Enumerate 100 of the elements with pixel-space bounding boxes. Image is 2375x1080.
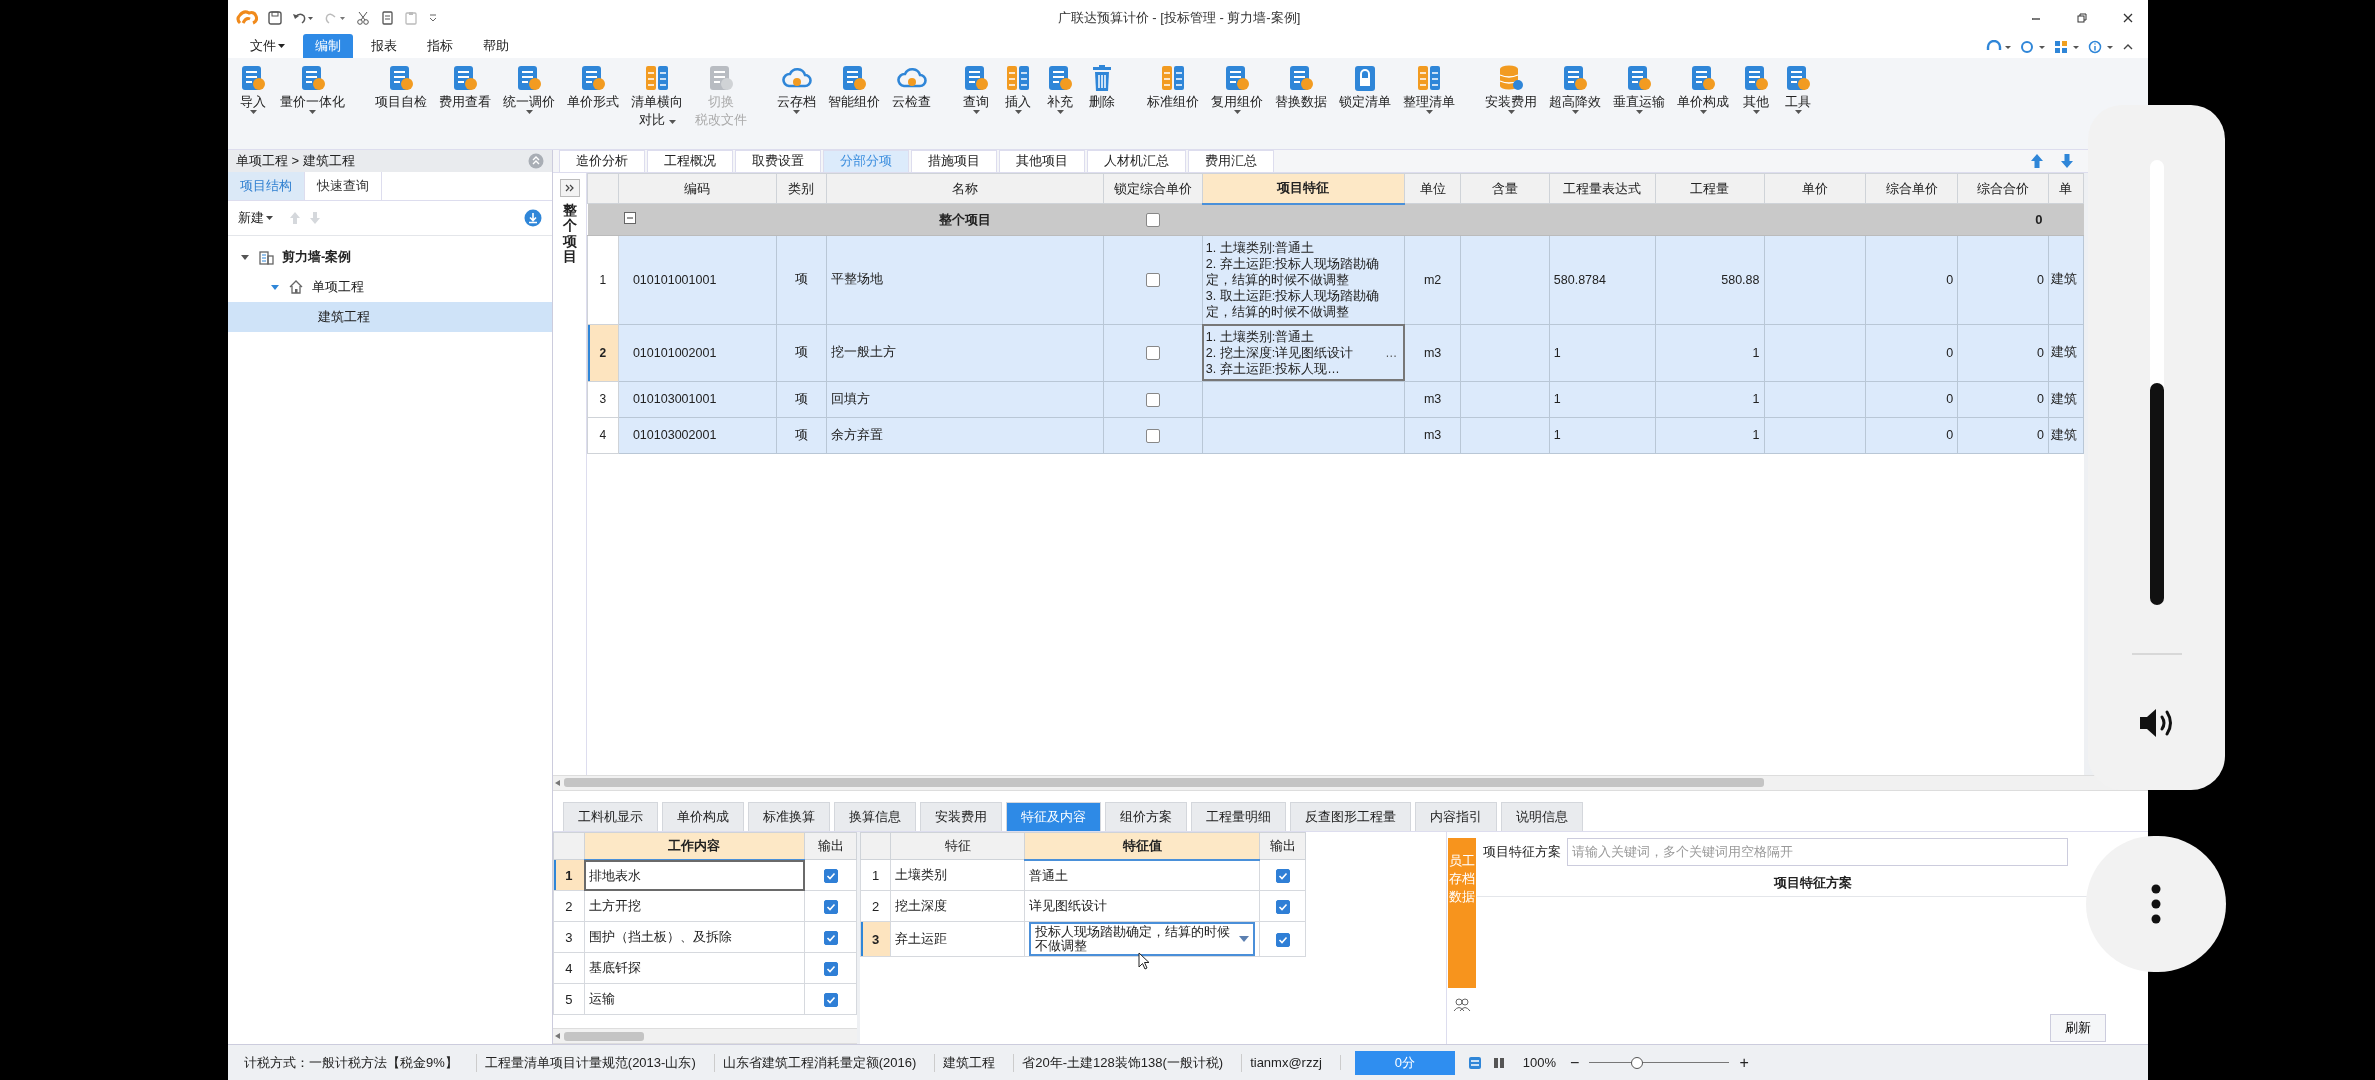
- tab[interactable]: 造价分析: [559, 149, 645, 172]
- column-header[interactable]: 锁定综合单价: [1103, 173, 1203, 204]
- tab[interactable]: 反查图形工程量: [1290, 801, 1411, 831]
- column-header[interactable]: 特征值: [1024, 832, 1260, 860]
- expand-button[interactable]: [559, 178, 580, 197]
- save-icon[interactable]: [268, 11, 282, 25]
- column-header[interactable]: 单位: [1404, 173, 1461, 204]
- toolbar-button[interactable]: 单价构成: [1673, 63, 1733, 149]
- left-arrow-icon[interactable]: [555, 1033, 560, 1040]
- row-number[interactable]: 2: [587, 324, 619, 382]
- row-number[interactable]: 4: [553, 952, 585, 984]
- tab[interactable]: 安装费用: [920, 801, 1002, 831]
- copy-icon[interactable]: [380, 11, 394, 25]
- row-number[interactable]: 3: [860, 921, 891, 957]
- toolbar-button[interactable]: 垂直运输: [1609, 63, 1669, 149]
- row-number[interactable]: 2: [553, 890, 585, 922]
- toolbar-button[interactable]: 查询: [957, 63, 995, 149]
- toolbar-button[interactable]: 复用组价: [1207, 63, 1267, 149]
- tab[interactable]: 其他项目: [999, 149, 1085, 172]
- checkbox[interactable]: [1145, 428, 1160, 443]
- checkbox[interactable]: [823, 931, 838, 946]
- toolbar-button[interactable]: 整理清单: [1399, 63, 1459, 149]
- column-header[interactable]: 类别: [776, 173, 827, 204]
- column-header[interactable]: 输出: [1259, 832, 1306, 860]
- tab[interactable]: 工程概况: [647, 149, 733, 172]
- horizontal-scrollbar[interactable]: [553, 774, 2148, 791]
- search-field[interactable]: 请输入关键词，多个关键词用空格隔开: [1567, 837, 2068, 866]
- toolbar-button[interactable]: 量价一体化: [276, 63, 349, 149]
- row-number[interactable]: 3: [553, 921, 585, 953]
- tab[interactable]: 措施项目: [911, 149, 997, 172]
- toolbar-button[interactable]: 补充: [1041, 63, 1079, 149]
- tab[interactable]: 说明信息: [1501, 801, 1583, 831]
- columns-view-icon[interactable]: [1492, 1056, 1505, 1069]
- tree-item[interactable]: 单项工程: [228, 271, 552, 302]
- tree-item[interactable]: 剪力墙-案例: [228, 241, 552, 272]
- checkbox[interactable]: [823, 962, 838, 977]
- tab[interactable]: 人材机汇总: [1087, 149, 1186, 172]
- left-arrow-icon[interactable]: [555, 779, 560, 786]
- toolbar-button[interactable]: 插入: [999, 63, 1037, 149]
- checkbox[interactable]: [1145, 392, 1160, 407]
- dropdown-field[interactable]: 投标人现场踏勘确定，结算的时候不做调整: [1029, 922, 1256, 957]
- tab[interactable]: 费用汇总: [1188, 149, 1274, 172]
- refresh-button[interactable]: 刷新: [2050, 1014, 2106, 1043]
- column-header[interactable]: 特征: [890, 832, 1025, 860]
- toolbar-button[interactable]: 费用查看: [435, 63, 495, 149]
- toolbar-button[interactable]: 其他: [1737, 63, 1775, 149]
- people-icon[interactable]: [1453, 997, 1471, 1012]
- toolbar-button[interactable]: 单价形式: [563, 63, 623, 149]
- toolbar-button[interactable]: 超高降效: [1545, 63, 1605, 149]
- tab[interactable]: 工料机显示: [563, 801, 658, 831]
- tab[interactable]: 特征及内容: [1006, 801, 1101, 831]
- column-header[interactable]: 输出: [804, 832, 857, 860]
- info-icon[interactable]: [2088, 39, 2114, 54]
- row-number[interactable]: 3: [587, 381, 619, 418]
- toolbar-button[interactable]: 替换数据: [1271, 63, 1331, 149]
- toolbar-button[interactable]: 导入: [234, 63, 272, 149]
- menu-tab[interactable]: 帮助: [471, 33, 521, 58]
- column-header[interactable]: 工程量表达式: [1549, 173, 1656, 204]
- column-header[interactable]: 编码: [618, 173, 777, 204]
- tab[interactable]: 标准换算: [748, 801, 830, 831]
- checkbox[interactable]: [823, 869, 838, 884]
- checkbox[interactable]: [1275, 933, 1290, 948]
- toolbar-button[interactable]: 统一调价: [499, 63, 559, 149]
- slider-thumb[interactable]: [1631, 1056, 1643, 1069]
- close-icon[interactable]: [2122, 12, 2134, 24]
- grid-icon[interactable]: [2054, 39, 2080, 54]
- column-header[interactable]: 项目特征: [1202, 173, 1405, 204]
- checkbox[interactable]: [1145, 346, 1160, 361]
- column-header[interactable]: 含量: [1460, 173, 1550, 204]
- checkbox[interactable]: [1275, 900, 1290, 915]
- new-button[interactable]: 新建: [238, 208, 273, 227]
- horizontal-scrollbar[interactable]: [553, 1028, 857, 1045]
- list-view-icon[interactable]: [1468, 1056, 1481, 1069]
- up-arrow-icon[interactable]: [2030, 152, 2044, 169]
- column-header[interactable]: 工程量: [1655, 173, 1764, 204]
- row-number[interactable]: 1: [553, 859, 585, 891]
- toolbar-button[interactable]: 工具: [1779, 63, 1817, 149]
- column-header[interactable]: 工作内容: [584, 832, 805, 860]
- row-number[interactable]: 1: [587, 235, 619, 325]
- toolbar-button[interactable]: 云存档: [773, 63, 820, 149]
- menu-tab[interactable]: 报表: [359, 33, 409, 58]
- checkbox[interactable]: [823, 993, 838, 1008]
- toolbar-button[interactable]: 云检查: [888, 63, 935, 149]
- scroll-thumb[interactable]: [2149, 383, 2164, 605]
- checkbox[interactable]: [1145, 273, 1160, 288]
- panel-tab[interactable]: 项目结构: [228, 171, 305, 200]
- checkbox[interactable]: [1145, 213, 1160, 228]
- cut-icon[interactable]: [356, 11, 370, 25]
- scroll-track[interactable]: [2149, 160, 2164, 605]
- row-number[interactable]: 1: [860, 859, 891, 891]
- checkbox[interactable]: [1275, 869, 1290, 884]
- zoom-out-button[interactable]: −: [1566, 1053, 1584, 1072]
- toolbar-button[interactable]: 清单横向 对比: [627, 63, 687, 149]
- tree-item[interactable]: 建筑工程: [228, 301, 552, 332]
- column-header[interactable]: 综合合价: [1957, 173, 2049, 204]
- menu-tab[interactable]: 编制: [303, 33, 353, 58]
- toolbar-button[interactable]: 安装费用: [1481, 63, 1541, 149]
- download-icon[interactable]: [524, 208, 542, 227]
- menu-tab[interactable]: 文件: [238, 33, 297, 58]
- checkbox[interactable]: [823, 900, 838, 915]
